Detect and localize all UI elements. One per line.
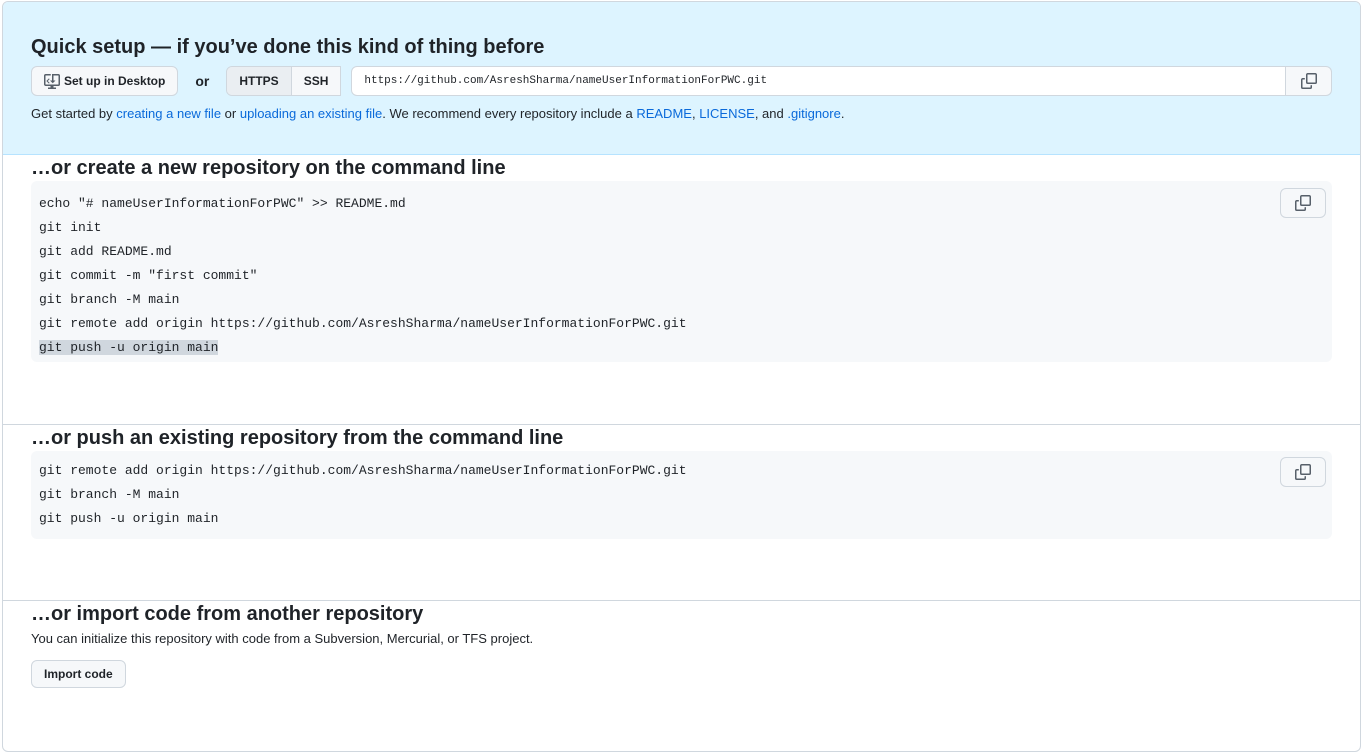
desktop-download-icon	[44, 74, 60, 89]
https-button[interactable]: HTTPS	[227, 67, 291, 95]
help-text: , and	[754, 106, 788, 121]
protocol-toggle: HTTPS SSH	[226, 66, 342, 96]
quick-setup-section: Quick setup — if you’ve done this kind o…	[3, 2, 1360, 155]
gitignore-link[interactable]: .gitignore	[787, 106, 840, 121]
setup-desktop-label: Set up in Desktop	[64, 74, 166, 88]
repo-setup-panel: Quick setup — if you’ve done this kind o…	[2, 1, 1361, 752]
copy-icon	[1295, 195, 1311, 211]
license-link[interactable]: LICENSE	[699, 106, 755, 121]
or-label: or	[195, 73, 210, 89]
help-text: .	[840, 106, 845, 121]
import-code-button[interactable]: Import code	[31, 660, 126, 688]
quick-setup-title: Quick setup — if you’ve done this kind o…	[31, 36, 545, 58]
readme-link[interactable]: README	[636, 106, 692, 121]
import-code-section: …or import code from another repository …	[3, 601, 1360, 751]
quick-setup-help: Get started by creating a new file or up…	[31, 106, 1332, 121]
setup-desktop-button[interactable]: Set up in Desktop	[31, 66, 179, 96]
code-line: git remote add origin https://github.com…	[39, 463, 687, 478]
code-line: git add README.md	[39, 244, 172, 259]
help-text: . We recommend every repository include …	[382, 106, 637, 121]
create-new-file-link[interactable]: creating a new file	[116, 106, 221, 121]
copy-create-commands-button[interactable]	[1280, 188, 1326, 218]
help-text: or	[221, 106, 240, 121]
code-line: git commit -m "first commit"	[39, 268, 258, 283]
clone-url-input[interactable]: https://github.com/AsreshSharma/nameUser…	[351, 66, 1286, 96]
create-new-title: …or create a new repository on the comma…	[31, 157, 506, 179]
code-line: echo "# nameUserInformationForPWC" >> RE…	[39, 196, 406, 211]
create-new-repo-section: …or create a new repository on the comma…	[3, 155, 1360, 425]
copy-icon	[1295, 464, 1311, 480]
create-new-code: echo "# nameUserInformationForPWC" >> RE…	[31, 181, 1332, 362]
code-line: git remote add origin https://github.com…	[39, 316, 687, 331]
code-line: git branch -M main	[39, 292, 180, 307]
code-line: git push -u origin main	[39, 511, 219, 526]
import-description: You can initialize this repository with …	[31, 631, 534, 646]
copy-url-button[interactable]	[1286, 66, 1332, 96]
upload-file-link[interactable]: uploading an existing file	[240, 106, 382, 121]
copy-icon	[1300, 73, 1317, 89]
code-line: git init	[39, 220, 102, 235]
push-existing-repo-section: …or push an existing repository from the…	[3, 425, 1360, 601]
code-line: git branch -M main	[39, 487, 180, 502]
quick-setup-row: Set up in Desktop or HTTPS SSH https://g…	[31, 66, 1332, 96]
copy-push-commands-button[interactable]	[1280, 457, 1326, 487]
code-line-selected: git push -u origin main	[39, 340, 219, 355]
ssh-button[interactable]: SSH	[290, 67, 341, 95]
help-text: Get started by	[31, 106, 117, 121]
push-existing-title: …or push an existing repository from the…	[31, 427, 564, 449]
push-existing-code: git remote add origin https://github.com…	[31, 451, 1332, 539]
import-title: …or import code from another repository	[31, 603, 424, 625]
